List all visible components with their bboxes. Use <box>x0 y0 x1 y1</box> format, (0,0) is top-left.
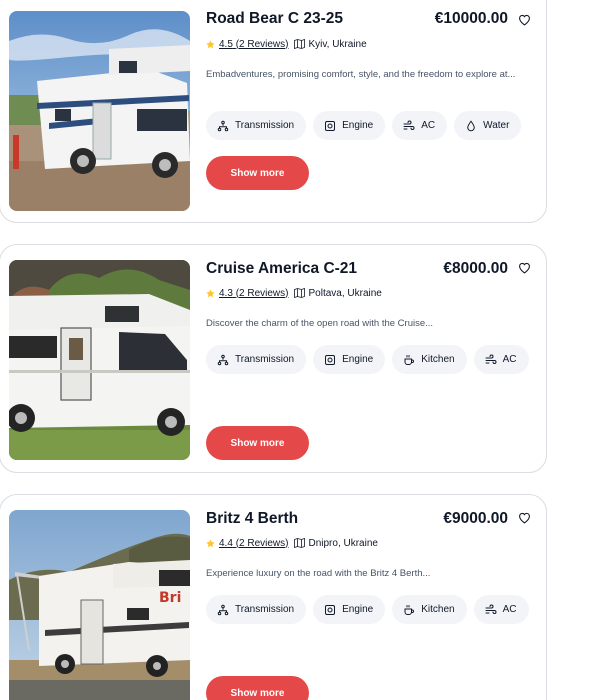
reviews-count: (2 Reviews) <box>235 38 289 50</box>
camper-title: Britz 4 Berth <box>206 510 299 527</box>
camper-meta: 4.3 (2 Reviews) Poltava, Ukraine <box>206 286 382 300</box>
star-icon <box>206 39 215 48</box>
feature-tag: Transmission <box>206 595 307 624</box>
map-icon <box>294 538 306 548</box>
feature-label: AC <box>502 354 517 365</box>
transmission-icon <box>217 604 229 615</box>
kitchen-icon <box>404 604 415 615</box>
camper-card: Cruise America C-21 €8000.00 4.3 (2 Revi… <box>0 244 547 473</box>
camper-price: €9000.00 <box>443 510 508 527</box>
kitchen-icon <box>404 354 415 365</box>
ac-icon <box>485 354 497 364</box>
camper-photo <box>9 11 190 211</box>
feature-label: Transmission <box>235 120 295 131</box>
heart-icon[interactable] <box>518 14 531 26</box>
reviews-link[interactable]: 4.5 (2 Reviews) <box>219 39 288 50</box>
features-list: Transmission Engine Kitchen AC <box>206 595 536 624</box>
transmission-icon <box>217 354 229 365</box>
camper-price: €10000.00 <box>434 10 508 27</box>
feature-label: Engine <box>342 354 374 365</box>
camper-meta: 4.4 (2 Reviews) Dnipro, Ukraine <box>206 536 378 550</box>
show-more-button[interactable]: Show more <box>206 676 309 700</box>
feature-label: Transmission <box>235 354 295 365</box>
feature-tag: AC <box>473 595 529 624</box>
feature-label: AC <box>502 604 517 615</box>
feature-tag: AC <box>392 111 448 140</box>
feature-label: Engine <box>342 604 374 615</box>
feature-tag: AC <box>473 345 529 374</box>
feature-label: Water <box>483 120 510 131</box>
engine-icon <box>325 120 336 131</box>
show-more-button[interactable]: Show more <box>206 426 309 460</box>
feature-tag: Transmission <box>206 111 307 140</box>
reviews-link[interactable]: 4.4 (2 Reviews) <box>219 538 288 549</box>
engine-icon <box>325 354 336 365</box>
camper-description: Experience luxury on the road with the B… <box>206 568 431 579</box>
feature-label: Kitchen <box>421 604 455 615</box>
feature-label: Engine <box>342 120 374 131</box>
feature-tag: Water <box>454 111 522 140</box>
heart-icon[interactable] <box>518 262 531 274</box>
camper-meta: 4.5 (2 Reviews) Kyiv, Ukraine <box>206 37 367 51</box>
camper-description: Discover the charm of the open road with… <box>206 318 434 329</box>
camper-price: €8000.00 <box>443 260 508 277</box>
show-more-button[interactable]: Show more <box>206 156 309 190</box>
feature-tag: Kitchen <box>392 345 467 374</box>
camper-card: Bri Britz 4 Berth €9000.00 4.4 (2 Review… <box>0 494 547 700</box>
camper-location: Kyiv, Ukraine <box>308 38 367 50</box>
transmission-icon <box>217 120 229 131</box>
camper-location: Poltava, Ukraine <box>308 287 382 299</box>
feature-label: Transmission <box>235 604 295 615</box>
feature-label: Kitchen <box>421 354 455 365</box>
star-icon <box>206 538 215 547</box>
camper-card: Road Bear C 23-25 €10000.00 4.5 (2 Revie… <box>0 0 547 223</box>
feature-tag: Engine <box>313 111 386 140</box>
rating-value: 4.3 <box>219 287 233 299</box>
camper-description: Embadventures, promising comfort, style,… <box>206 69 516 80</box>
reviews-count: (2 Reviews) <box>235 287 289 299</box>
heart-icon[interactable] <box>518 512 531 524</box>
camper-photo: Bri <box>9 510 190 700</box>
feature-label: AC <box>421 120 436 131</box>
camper-title: Cruise America C-21 <box>206 260 358 277</box>
feature-tag: Transmission <box>206 345 307 374</box>
camper-photo <box>9 260 190 460</box>
engine-icon <box>325 604 336 615</box>
map-icon <box>294 288 306 298</box>
feature-tag: Engine <box>313 595 386 624</box>
features-list: Transmission Engine AC Water <box>206 111 536 140</box>
reviews-count: (2 Reviews) <box>235 537 289 549</box>
rating-value: 4.4 <box>219 537 233 549</box>
map-icon <box>294 39 306 49</box>
feature-tag: Kitchen <box>392 595 467 624</box>
svg-text:Bri: Bri <box>159 590 181 606</box>
feature-tag: Engine <box>313 345 386 374</box>
star-icon <box>206 288 215 297</box>
rating-value: 4.5 <box>219 38 233 50</box>
features-list: Transmission Engine Kitchen AC <box>206 345 536 374</box>
camper-title: Road Bear C 23-25 <box>206 10 343 27</box>
ac-icon <box>485 604 497 614</box>
ac-icon <box>403 120 415 130</box>
camper-location: Dnipro, Ukraine <box>308 537 378 549</box>
water-icon <box>467 119 475 131</box>
reviews-link[interactable]: 4.3 (2 Reviews) <box>219 288 288 299</box>
